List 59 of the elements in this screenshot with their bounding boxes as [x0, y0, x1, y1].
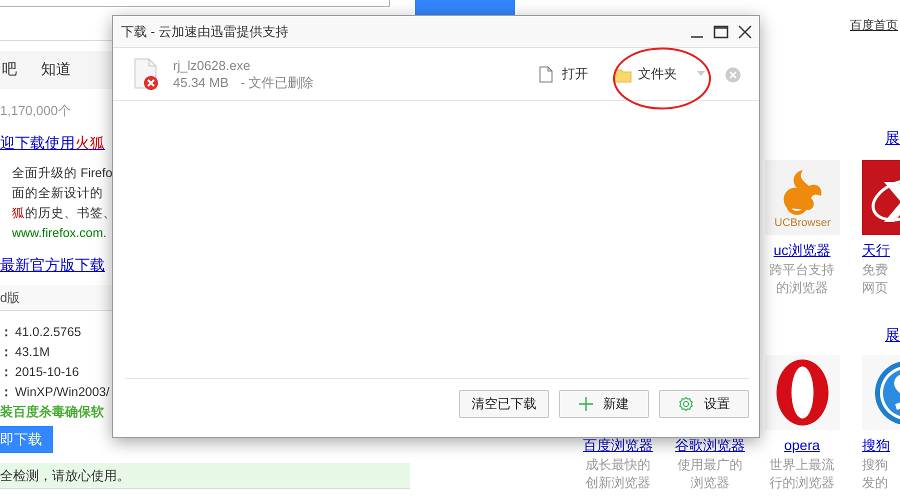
settings-button[interactable]: 设置: [659, 390, 749, 418]
caret-icon: [697, 71, 705, 77]
detail-label: ：: [0, 385, 13, 399]
detail-value: 2015-10-16: [15, 365, 79, 379]
notice-text: 装百度杀毒确保软: [0, 403, 104, 421]
browser-description: 搜狗: [862, 456, 888, 474]
result-url: www.firefox.com.: [12, 225, 106, 242]
browser-description: 创新浏览器: [586, 474, 650, 492]
detail-label: ：: [0, 325, 13, 339]
maximize-icon: [713, 24, 729, 40]
more-link[interactable]: 展: [885, 325, 900, 347]
browser-description: 跨平台支持: [770, 261, 834, 279]
settings-icon: [678, 396, 694, 412]
browser-link[interactable]: opera: [784, 437, 820, 453]
detail-value: WinXP/Win2003/: [15, 385, 110, 399]
file-size: 45.34 MB: [173, 74, 229, 91]
snippet-line: 狐的历史、书签、: [12, 205, 116, 222]
nav-tab[interactable]: 吧: [2, 58, 17, 82]
browser-link[interactable]: uc浏览器: [774, 242, 830, 258]
nav-tab[interactable]: 知道: [41, 58, 71, 82]
window-title: 下载 - 云加速由迅雷提供支持: [121, 22, 289, 41]
browser-link[interactable]: 天行: [862, 242, 890, 258]
more-link[interactable]: 展: [885, 128, 900, 150]
browser-description: 世界上最流: [770, 456, 834, 474]
browser-link[interactable]: 谷歌浏览器: [675, 437, 745, 453]
result-title-link[interactable]: 最新官方版下载: [0, 255, 105, 277]
opera-logo-icon: [764, 355, 840, 430]
close-icon: [737, 24, 753, 40]
detail-label: ：: [0, 365, 13, 379]
plus-icon: [579, 396, 593, 410]
new-download-button[interactable]: 新建: [559, 390, 649, 418]
home-link[interactable]: 百度首页: [850, 16, 898, 32]
snippet-line: 全面升级的 Firefo: [12, 165, 112, 182]
open-file-button[interactable]: 打开: [538, 64, 588, 84]
browser-link[interactable]: 百度浏览器: [583, 437, 653, 453]
maximize-button[interactable]: [713, 24, 729, 40]
close-button[interactable]: [737, 24, 753, 40]
browser-description: 网页: [862, 279, 888, 297]
detail-label: ：: [0, 345, 13, 359]
browser-description: 发的: [862, 474, 888, 492]
browser-description: 使用最广的: [678, 456, 742, 474]
safety-note: 全检测，请放心使用。: [0, 463, 410, 489]
remove-icon: [725, 66, 741, 83]
detail-value: 41.0.2.5765: [15, 325, 82, 339]
search-field[interactable]: [0, 0, 390, 7]
clear-downloads-button[interactable]: 清空已下载: [459, 390, 549, 418]
minimize-icon: [691, 36, 703, 38]
snippet-line: 面的全新设计的: [12, 185, 103, 202]
browser-description: 浏览器: [690, 474, 730, 492]
result-count: 1,170,000个: [0, 102, 72, 120]
browser-description: 成长最快的: [586, 456, 650, 474]
detail-value: 43.1M: [15, 345, 50, 359]
browser-description: 行的浏览器: [770, 474, 834, 492]
browser-description: 的浏览器: [776, 279, 828, 297]
logo-tile: UCBrowser: [764, 160, 840, 235]
browser-description: 免费: [862, 261, 888, 279]
file-status: - 文件已删除: [240, 74, 314, 91]
file-name: rj_lz0628.exe: [173, 57, 250, 74]
browser-link[interactable]: 搜狗: [862, 437, 890, 453]
